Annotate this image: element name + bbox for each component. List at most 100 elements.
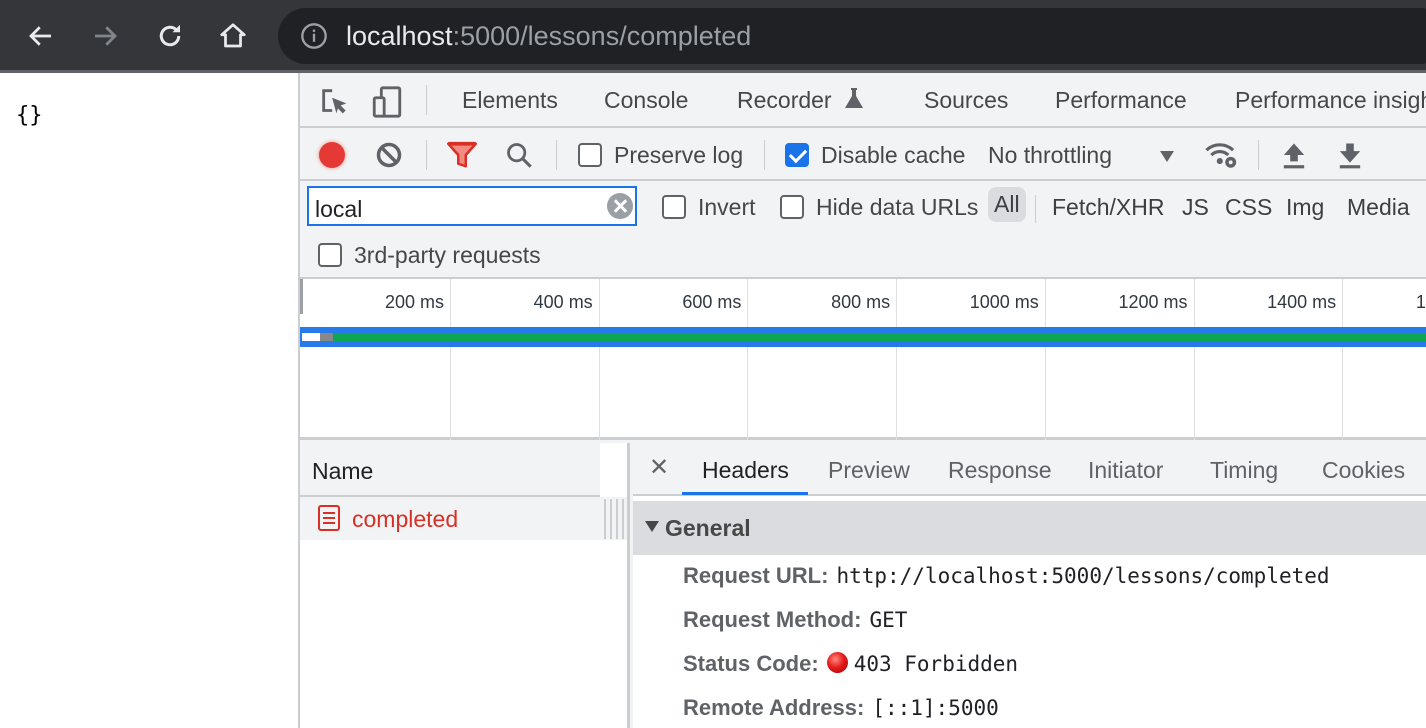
header-value: http://localhost:5000/lessons/completed (836, 564, 1330, 588)
preserve-log-label[interactable]: Preserve log (614, 142, 743, 169)
header-status-code: Status Code: 403 Forbidden (683, 651, 1018, 677)
throttling-select[interactable]: No throttling (988, 138, 1178, 172)
search-icon (507, 143, 532, 168)
third-party-label[interactable]: 3rd-party requests (354, 242, 541, 269)
type-filter-fetch-xhr[interactable]: Fetch/XHR (1052, 194, 1164, 221)
search-button[interactable] (502, 138, 536, 172)
overview-gridline (1193, 279, 1195, 440)
tab-elements[interactable]: Elements (462, 87, 558, 114)
header-remote-address: Remote Address: [::1]:5000 (683, 695, 999, 721)
column-header-name[interactable]: Name (300, 443, 600, 497)
overview-waiting-segment (334, 333, 1426, 341)
tab-recorder-label: Recorder (737, 87, 832, 113)
preserve-log-checkbox[interactable] (578, 143, 602, 167)
header-value: GET (869, 608, 908, 632)
overview-tick-label: 200 ms (384, 292, 444, 312)
header-key: Request URL: (683, 563, 829, 588)
filter-icon (447, 141, 477, 168)
general-section-header[interactable]: General (633, 501, 1426, 555)
disable-cache-label[interactable]: Disable cache (821, 142, 965, 169)
devtools-tabbar: Elements Console Recorder Sources Perfor… (300, 73, 1426, 128)
header-key: Remote Address: (683, 695, 865, 720)
clear-filter-icon[interactable] (607, 193, 633, 219)
invert-label[interactable]: Invert (698, 194, 756, 221)
overview-gridline (450, 279, 451, 440)
back-button[interactable] (19, 14, 63, 58)
tab-recorder[interactable]: Recorder (737, 87, 864, 114)
type-filter-all[interactable]: All (988, 187, 1026, 222)
header-request-url: Request URL: http://localhost:5000/lesson… (683, 563, 1330, 589)
tab-response[interactable]: Response (948, 457, 1052, 484)
network-conditions-button[interactable] (1204, 138, 1238, 172)
status-error-icon (826, 652, 848, 673)
filter-input[interactable] (307, 186, 637, 226)
inspect-element-icon[interactable] (318, 85, 352, 119)
overview-tick-label: 400 ms (533, 292, 593, 312)
tab-preview[interactable]: Preview (828, 457, 910, 484)
tab-timing[interactable]: Timing (1210, 457, 1278, 484)
url-host: localhost (346, 21, 453, 51)
info-icon[interactable] (300, 22, 328, 50)
header-key: Status Code: (683, 651, 819, 676)
arrow-left-icon (29, 26, 51, 46)
page-content: {} (0, 73, 298, 728)
overview-left-handle[interactable] (300, 279, 303, 314)
address-bar[interactable]: localhost:5000/lessons/completed (278, 8, 1426, 64)
header-key: Request Method: (683, 607, 862, 632)
tab-initiator[interactable]: Initiator (1088, 457, 1163, 484)
close-icon[interactable]: ✕ (649, 453, 669, 482)
forward-button[interactable] (83, 14, 127, 58)
tab-cookies[interactable]: Cookies (1322, 457, 1405, 484)
type-filter-css[interactable]: CSS (1225, 194, 1272, 221)
device-toolbar-icon[interactable] (370, 85, 404, 119)
details-tabbar: ✕ Headers Preview Response Initiator Tim… (633, 443, 1426, 496)
request-list: Name completed (300, 443, 630, 728)
network-overview-timeline[interactable]: 200 ms 400 ms 600 ms 800 ms 1000 ms 1200 ms 14… (300, 279, 1426, 440)
upload-icon (1283, 143, 1305, 169)
type-filter-img[interactable]: Img (1286, 194, 1324, 221)
reload-icon (159, 24, 181, 47)
request-name: completed (352, 506, 459, 532)
toolbar-separator (1258, 140, 1259, 170)
toolbar-separator (556, 140, 557, 170)
download-icon (1339, 143, 1361, 169)
filter-bar: Invert Hide data URLs All Fetch/XHR JS C… (300, 181, 1426, 279)
tab-performance-insights[interactable]: Performance insights (1235, 87, 1426, 114)
document-icon (318, 505, 340, 531)
disable-cache-checkbox[interactable] (785, 143, 809, 167)
hide-data-urls-label[interactable]: Hide data URLs (816, 194, 978, 221)
browser-toolbar: localhost:5000/lessons/completed (0, 0, 1426, 73)
filter-toggle-button[interactable] (445, 138, 479, 172)
tab-headers[interactable]: Headers (702, 457, 789, 484)
request-details: ✕ Headers Preview Response Initiator Tim… (633, 443, 1426, 728)
tab-console[interactable]: Console (604, 87, 688, 114)
header-value: [::1]:5000 (872, 696, 999, 720)
record-button[interactable] (315, 138, 349, 172)
tab-performance[interactable]: Performance (1055, 87, 1187, 114)
export-har-button[interactable] (1333, 138, 1367, 172)
column-resizer[interactable] (600, 499, 626, 539)
clear-button[interactable] (372, 138, 406, 172)
overview-tick-label: 1000 ms (969, 292, 1039, 312)
url-text[interactable]: localhost:5000/lessons/completed (346, 18, 751, 54)
toolbar-separator (764, 140, 765, 170)
request-row[interactable]: completed (300, 497, 627, 540)
third-party-checkbox[interactable] (318, 243, 342, 267)
home-button[interactable] (211, 14, 255, 58)
tabbar-separator (426, 85, 427, 115)
import-har-button[interactable] (1277, 138, 1311, 172)
invert-checkbox[interactable] (662, 195, 686, 219)
type-filter-js[interactable]: JS (1182, 194, 1209, 221)
wifi-settings-icon (1205, 143, 1237, 168)
overview-gridline (896, 279, 898, 440)
home-icon (220, 23, 246, 48)
flask-icon (845, 88, 863, 108)
record-icon (319, 142, 345, 168)
overview-tick-label: 1600 ms (1415, 292, 1426, 312)
type-filter-media[interactable]: Media (1347, 194, 1410, 221)
tab-sources[interactable]: Sources (924, 87, 1008, 114)
active-tab-indicator (682, 492, 808, 495)
hide-data-urls-checkbox[interactable] (780, 195, 804, 219)
reload-button[interactable] (148, 14, 192, 58)
overview-tick-label: 1200 ms (1118, 292, 1188, 312)
